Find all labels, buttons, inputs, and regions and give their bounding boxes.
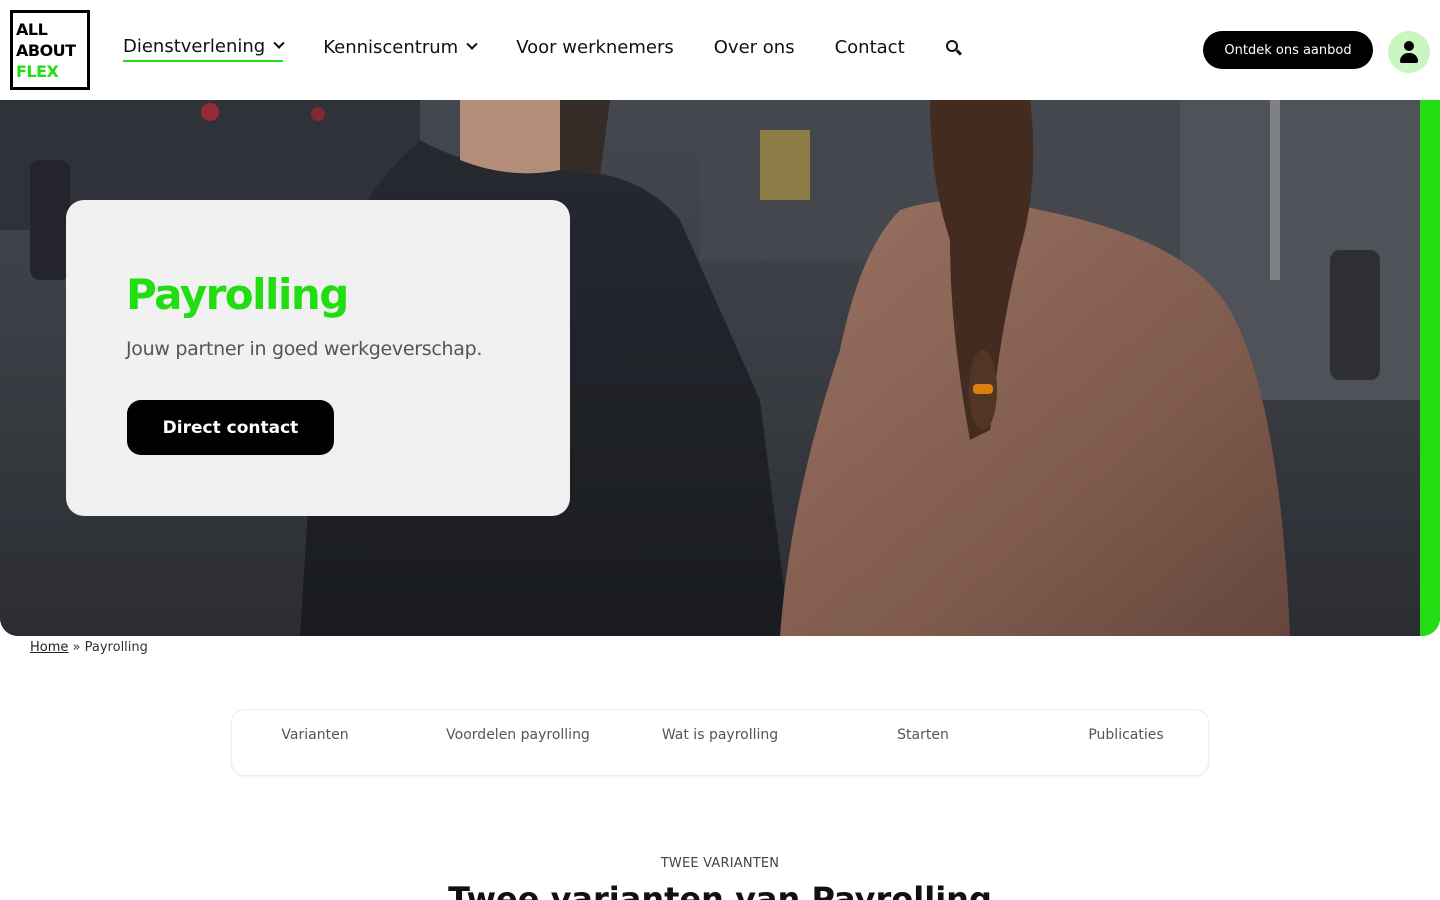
nav-item-dienstverlening[interactable]: Dienstverlening xyxy=(123,32,285,62)
hero-title: Payrolling xyxy=(126,270,349,319)
breadcrumb-current: Payrolling xyxy=(84,640,148,655)
nav-label: Kenniscentrum xyxy=(323,36,459,58)
chevron-down-icon xyxy=(466,38,478,50)
tab-starten[interactable]: Starten xyxy=(843,726,1003,745)
logo-line-about: ABOUT xyxy=(16,41,76,60)
nav-label: Voor werknemers xyxy=(516,36,674,58)
site-header: ALL ABOUT FLEX Dienstverlening Kenniscen… xyxy=(0,0,1440,100)
tab-wat-is-payrolling[interactable]: Wat is payrolling xyxy=(640,726,800,745)
search-icon[interactable] xyxy=(945,32,963,62)
nav-label: Dienstverlening xyxy=(123,35,266,57)
tab-voordelen-payrolling[interactable]: Voordelen payrolling xyxy=(438,726,598,745)
breadcrumb: Home » Payrolling xyxy=(30,640,148,655)
direct-contact-button[interactable]: Direct contact xyxy=(127,400,334,455)
tab-publicaties[interactable]: Publicaties xyxy=(1046,726,1206,745)
nav-item-contact[interactable]: Contact xyxy=(835,32,905,62)
breadcrumb-home-link[interactable]: Home xyxy=(30,640,68,655)
main-nav: Dienstverlening Kenniscentrum Voor werkn… xyxy=(123,32,963,64)
hero-subtitle: Jouw partner in goed werkgeverschap. xyxy=(126,338,483,360)
section-tabs: Varianten Voordelen payrolling Wat is pa… xyxy=(231,709,1209,776)
hero-accent-bar xyxy=(1420,100,1440,636)
logo-line-all: ALL xyxy=(16,20,48,39)
hero-card: Payrolling Jouw partner in goed werkgeve… xyxy=(66,200,570,516)
tab-varianten[interactable]: Varianten xyxy=(235,726,395,745)
section-eyebrow: TWEE VARIANTEN xyxy=(660,856,780,871)
section-title: Twee varianten van Payrolling xyxy=(448,880,992,900)
nav-label: Contact xyxy=(834,36,905,58)
user-icon[interactable] xyxy=(1388,31,1430,73)
nav-item-over-ons[interactable]: Over ons xyxy=(714,32,795,62)
logo[interactable]: ALL ABOUT FLEX xyxy=(10,10,90,90)
chevron-down-icon xyxy=(273,37,285,49)
discover-offer-button[interactable]: Ontdek ons aanbod xyxy=(1203,31,1373,69)
nav-item-voor-werknemers[interactable]: Voor werknemers xyxy=(516,32,674,62)
logo-line-flex: FLEX xyxy=(16,62,59,81)
nav-item-kenniscentrum[interactable]: Kenniscentrum xyxy=(323,32,478,62)
nav-label: Over ons xyxy=(713,36,795,58)
breadcrumb-separator: » xyxy=(72,640,81,655)
